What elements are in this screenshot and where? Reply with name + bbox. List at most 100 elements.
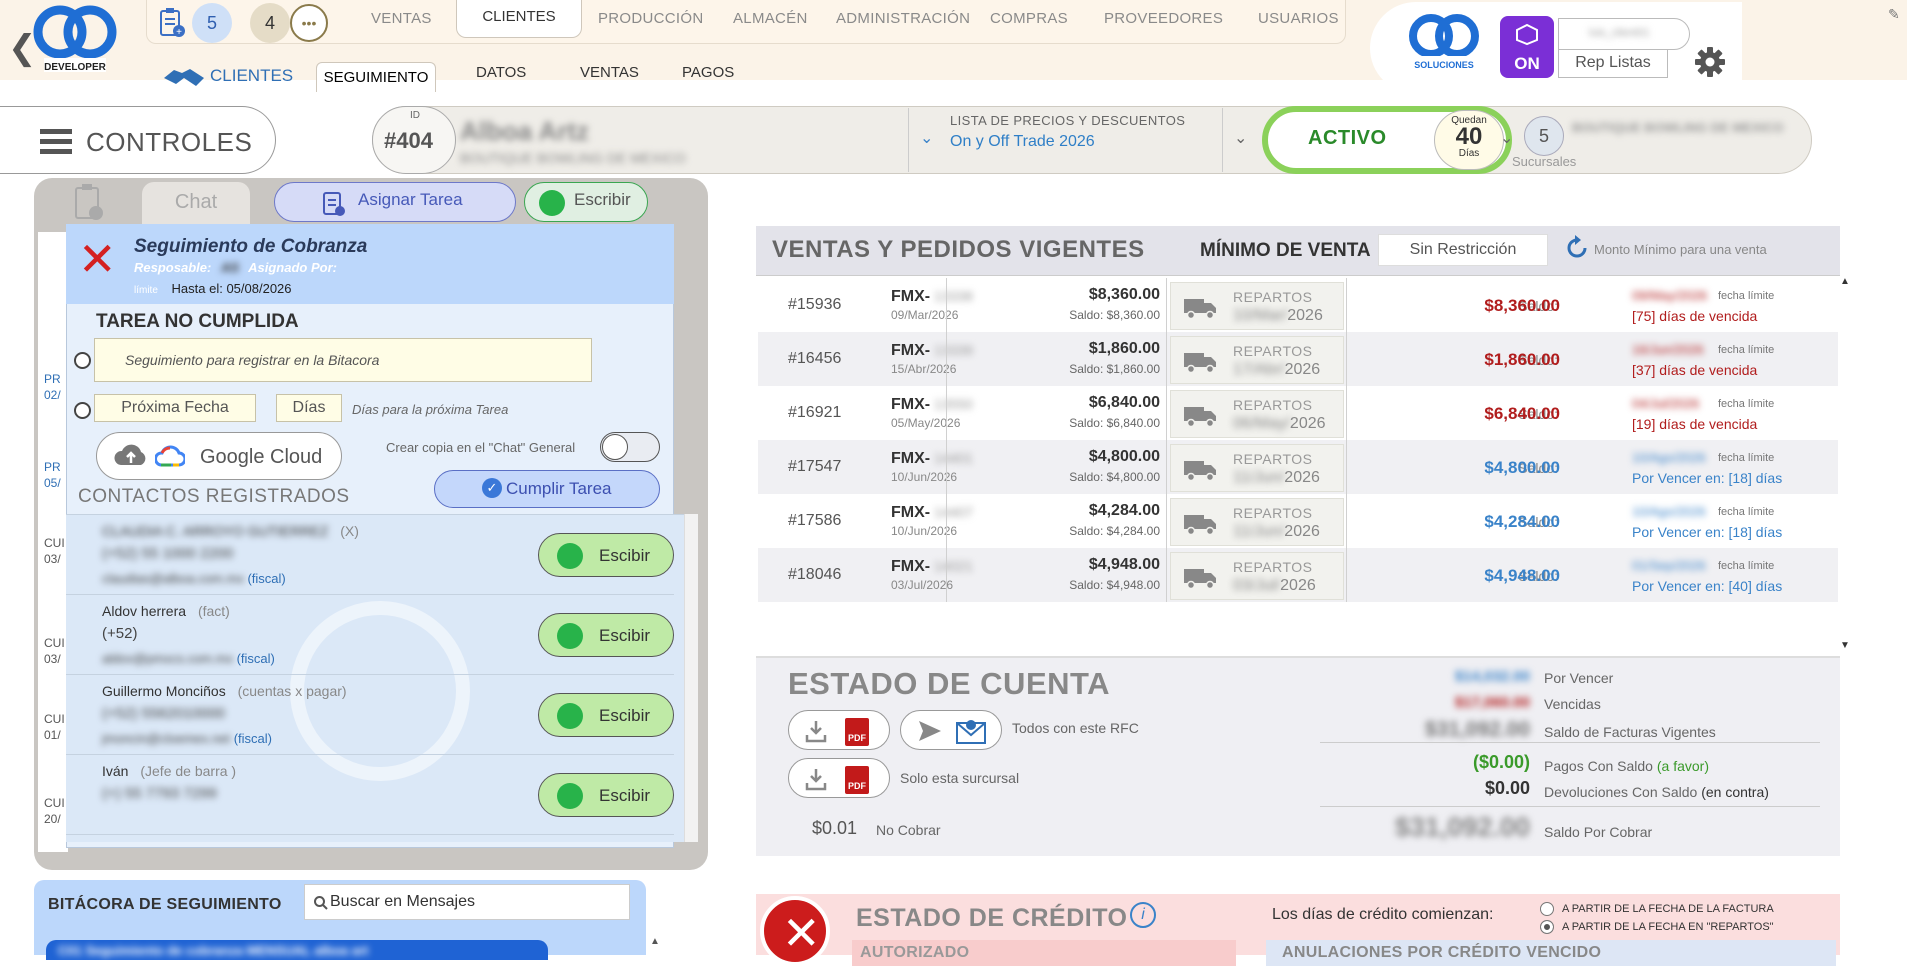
- task-chip-label[interactable]: PR: [44, 460, 61, 474]
- sale-row[interactable]: #15936 FMX- 13338 09/Mar/2026 $8,360.00 Saldo…: [758, 278, 1838, 332]
- balance-value: $1,860.00: [1484, 350, 1560, 369]
- contacts-list: CLAUDIA C. ARROYO GUTIERREZ (X) (+52) 55…: [66, 514, 686, 842]
- contact-tag: (X): [340, 523, 359, 539]
- limit-date: 10/Ago/2026: [1632, 504, 1706, 519]
- delivery-box[interactable]: REPARTOS 06/May/2026: [1170, 390, 1344, 438]
- sale-amount: $1,860.00: [1088, 340, 1160, 357]
- sale-row[interactable]: #17547 FMX- 14401 10/Jun/2026 $4,800.00 Saldo…: [758, 440, 1838, 494]
- task-chip-label[interactable]: PR: [44, 372, 61, 386]
- days-left-badge: Quedan 40 Días: [1434, 110, 1504, 170]
- contact-phone: (+52): [102, 625, 138, 642]
- task-chip-label[interactable]: CUI: [44, 712, 65, 726]
- rep-listas-button[interactable]: Rep Listas: [1558, 50, 1668, 78]
- clipboard-add-icon[interactable]: [72, 182, 104, 222]
- radio-next-date[interactable]: [74, 402, 91, 419]
- contact-whatsapp-button[interactable]: Escibir: [538, 693, 674, 737]
- task-chip-label[interactable]: CUI: [44, 536, 65, 550]
- refresh-icon[interactable]: [1563, 234, 1591, 262]
- contact-whatsapp-button[interactable]: Escibir: [538, 613, 674, 657]
- sale-row[interactable]: #16456 FMX- 13339 15/Abr/2026 $1,860.00 Saldo…: [758, 332, 1838, 386]
- toggle-knob[interactable]: [602, 434, 628, 460]
- delivery-box[interactable]: REPARTOS 03/Jul/2026: [1170, 552, 1344, 600]
- scroll-up-arrow-icon[interactable]: ▲: [1840, 276, 1850, 287]
- module-tab-proveedores[interactable]: PROVEEDORES: [1104, 10, 1223, 27]
- subtab-datos[interactable]: DATOS: [476, 64, 526, 81]
- module-tab-ventas[interactable]: VENTAS: [371, 10, 432, 27]
- limit-date: 16/Jun/2026: [1632, 342, 1704, 357]
- task-chip-date[interactable]: 20/: [44, 812, 61, 826]
- radio-delivery-date-label: A PARTIR DE LA FECHA EN "REPARTOS": [1562, 921, 1774, 933]
- clipboard-add-icon[interactable]: +: [158, 6, 186, 38]
- bitacora-message[interactable]: C01 Seguimiento de cobranza MENSUAL albo…: [46, 940, 548, 960]
- delivery-box[interactable]: REPARTOS 10/Mar/2026: [1170, 282, 1344, 330]
- branches-count[interactable]: 5: [1524, 116, 1564, 156]
- sale-amount: $4,800.00: [1088, 448, 1160, 465]
- module-tab-produccion[interactable]: PRODUCCIÓN: [598, 10, 704, 27]
- module-tab-administracion[interactable]: ADMINISTRACIÓN: [836, 10, 970, 27]
- days-input[interactable]: Días: [276, 394, 342, 422]
- radio-invoice-date-label: A PARTIR DE LA FECHA DE LA FACTURA: [1562, 903, 1774, 915]
- svg-text:+: +: [176, 27, 182, 38]
- delivery-box[interactable]: REPARTOS 11/Jun/2026: [1170, 444, 1344, 492]
- radio-delivery-date[interactable]: [1540, 920, 1554, 934]
- delivery-box[interactable]: REPARTOS 17/Abr/2026: [1170, 336, 1344, 384]
- task-chip-date[interactable]: 03/: [44, 652, 61, 666]
- delivery-box[interactable]: REPARTOS 11/Jun/2026: [1170, 498, 1344, 546]
- task-chip-date[interactable]: 02/: [44, 388, 61, 402]
- download-pdf-rfc-button[interactable]: PDF: [788, 710, 890, 750]
- tasks-count-badge[interactable]: 5: [192, 3, 232, 43]
- edit-icon[interactable]: ✎: [1888, 6, 1900, 23]
- logo-sub-text: DEVELOPER: [44, 62, 106, 73]
- delivery-date: 06/May/2026: [1233, 415, 1326, 432]
- user-name-box[interactable]: luis_client01: [1558, 18, 1690, 50]
- controles-button[interactable]: CONTROLES: [0, 106, 276, 174]
- sale-row[interactable]: #18046 FMX- 14021 03/Jul/2026 $4,948.00 Saldo…: [758, 548, 1838, 602]
- subtab-ventas[interactable]: VENTAS: [580, 64, 639, 81]
- contact-whatsapp-button[interactable]: Escibir: [538, 533, 674, 577]
- task-chip-date[interactable]: 01/: [44, 728, 61, 742]
- send-email-button[interactable]: [900, 710, 1002, 750]
- divider: [1320, 806, 1820, 807]
- chevron-down-icon[interactable]: ⌄: [1234, 128, 1247, 148]
- on-label: ON: [1514, 54, 1540, 73]
- scroll-up-arrow-icon[interactable]: ▲: [650, 936, 660, 947]
- task-chip-label[interactable]: CUI: [44, 796, 65, 810]
- minimum-sale-input[interactable]: Sin Restricción: [1378, 234, 1548, 266]
- chat-bubble-icon[interactable]: •••: [290, 4, 328, 42]
- module-tab-usuarios[interactable]: USUARIOS: [1258, 10, 1339, 27]
- price-list-select[interactable]: On y Off Trade 2026: [950, 133, 1095, 151]
- task-chip-label[interactable]: CUI: [44, 636, 65, 650]
- chevron-down-icon[interactable]: ⌄: [1500, 128, 1513, 148]
- next-date-input[interactable]: Próxima Fecha: [94, 394, 256, 422]
- radio-invoice-date[interactable]: [1540, 902, 1554, 916]
- module-tab-compras[interactable]: COMPRAS: [990, 10, 1068, 27]
- tab-chat[interactable]: Chat: [142, 182, 250, 224]
- truck-icon: [1184, 461, 1216, 481]
- sale-row[interactable]: #16921 FMX- 13550 05/May/2026 $6,840.00 Saldo…: [758, 386, 1838, 440]
- info-icon[interactable]: i: [1130, 902, 1156, 928]
- scroll-down-arrow-icon[interactable]: ▼: [1840, 640, 1850, 651]
- responsible-label: Resposable:: [134, 260, 212, 275]
- gear-icon[interactable]: [1692, 44, 1728, 80]
- subtab-pagos[interactable]: PAGOS: [682, 64, 734, 81]
- module-tab-clientes[interactable]: CLIENTES: [456, 0, 582, 38]
- followup-note-input[interactable]: Seguimiento para registrar en la Bitacor…: [94, 338, 592, 382]
- developer-logo-icon[interactable]: DEVELOPER: [30, 4, 120, 76]
- on-status-badge[interactable]: ON: [1500, 16, 1554, 78]
- soluciones-logo-icon[interactable]: SOLUCIONES: [1405, 12, 1483, 78]
- download-icon: [805, 769, 827, 791]
- task-chip-date[interactable]: 05/: [44, 476, 61, 490]
- task-chip-date[interactable]: 03/: [44, 552, 61, 566]
- contacts-scrollbar[interactable]: [684, 514, 698, 842]
- subtab-seguimiento[interactable]: SEGUIMIENTO: [316, 62, 436, 92]
- message-search-placeholder: Buscar en Mensajes: [330, 893, 475, 910]
- sale-row[interactable]: #17586 FMX- 14407 10/Jun/2026 $4,284.00 Saldo…: [758, 494, 1838, 548]
- no-cobrar-label: No Cobrar: [876, 822, 941, 838]
- chevron-down-icon[interactable]: ⌄: [920, 128, 933, 148]
- contact-whatsapp-button[interactable]: Escibir: [538, 773, 674, 817]
- close-icon[interactable]: ✕: [78, 236, 117, 282]
- chat-count-badge[interactable]: 4: [250, 3, 290, 43]
- download-pdf-branch-button[interactable]: PDF: [788, 758, 890, 798]
- radio-seguimiento[interactable]: [74, 352, 91, 369]
- module-tab-almacen[interactable]: ALMACÉN: [733, 10, 808, 27]
